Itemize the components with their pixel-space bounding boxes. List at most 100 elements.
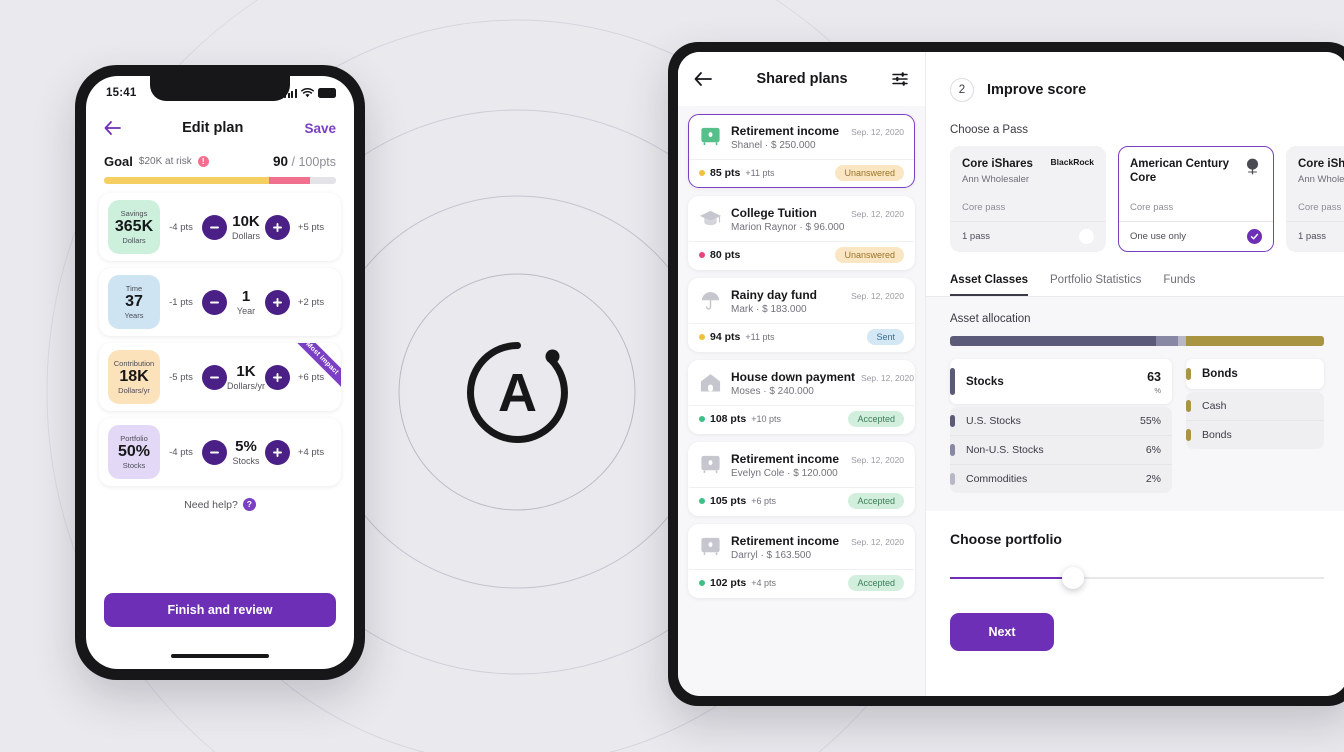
stepper-plus-button[interactable] [265, 289, 290, 315]
pass-count: One use only [1130, 231, 1186, 242]
stepper-badge-value: 37 [125, 292, 143, 310]
help-question-icon[interactable]: ? [242, 498, 256, 511]
pass-radio[interactable] [1079, 229, 1094, 244]
save-button[interactable]: Save [304, 121, 336, 136]
plan-card-bottom: 105 pts +6 pts Accepted [689, 487, 914, 515]
next-button[interactable]: Next [950, 613, 1054, 651]
progress-segment-2 [310, 177, 336, 184]
brand-logo: A [460, 335, 575, 450]
plan-card-body: Retirement income Sep. 12, 2020 Evelyn Col… [731, 452, 904, 479]
phone-device: 15:41 Edit plan Save Goal $20K at risk !… [75, 65, 365, 680]
plan-name: Rainy day fund [731, 288, 818, 302]
status-badge: Unanswered [835, 165, 904, 181]
plan-card[interactable]: College Tuition Sep. 12, 2020 Marion Rayno… [688, 196, 915, 270]
plan-score-dot [699, 334, 705, 340]
tablet-device: Shared plans Retirement income Sep. 12, 2… [668, 42, 1344, 706]
plan-card-body: College Tuition Sep. 12, 2020 Marion Rayno… [731, 206, 904, 233]
plan-points-delta: +10 pts [751, 414, 781, 424]
plus-icon [272, 372, 283, 383]
stepper-plus-button[interactable] [265, 214, 290, 240]
slider-fill [950, 577, 1074, 579]
asset-allocation-section: Asset allocation Stocks 63% U.S. Stocks 55%… [926, 297, 1344, 511]
tab-funds[interactable]: Funds [1163, 274, 1195, 296]
plan-card[interactable]: Retirement income Sep. 12, 2020 Shanel · $… [688, 114, 915, 188]
status-badge: Unanswered [835, 247, 904, 263]
plan-date: Sep. 12, 2020 [861, 373, 914, 383]
plan-owner-amount: Darryl · $ 163.500 [731, 550, 812, 561]
shared-plans-header: Shared plans [678, 52, 925, 106]
stepper-minus-points: -4 pts [169, 221, 193, 233]
plan-card[interactable]: Rainy day fund Sep. 12, 2020 Mark · $ 183.… [688, 278, 915, 352]
improve-score-header: 2 Improve score [926, 52, 1344, 102]
allocation-accent [950, 444, 955, 456]
plan-card[interactable]: Retirement income Sep. 12, 2020 Darryl · $… [688, 524, 915, 598]
stepper-row: Time 37 Years -1 pts 1 Year +2 pts [99, 268, 341, 336]
stepper-plus-points: +2 pts [297, 296, 325, 308]
allocation-group-name: Bonds [1202, 368, 1238, 380]
allocation-row-value: 2% [1145, 473, 1161, 485]
plan-owner-amount: Moses · $ 240.000 [731, 386, 814, 397]
allocation-accent [950, 368, 955, 395]
stepper-badge: Savings 365K Dollars [108, 200, 160, 254]
safe-icon [701, 455, 720, 474]
plus-icon [272, 297, 283, 308]
tab-portfolio-statistics[interactable]: Portfolio Statistics [1050, 274, 1141, 296]
status-badge: Accepted [848, 575, 904, 591]
plan-card[interactable]: House down payment Sep. 12, 2020 Moses · $… [688, 360, 915, 434]
tab-asset-classes[interactable]: Asset Classes [950, 274, 1028, 296]
plan-card-bottom: 94 pts +11 pts Sent [689, 323, 914, 351]
stepper-minus-button[interactable] [202, 214, 227, 240]
portfolio-slider[interactable] [950, 565, 1324, 591]
plan-card-top: Retirement income Sep. 12, 2020 Darryl · $… [689, 525, 914, 569]
pass-radio[interactable] [1247, 229, 1262, 244]
status-badge: Accepted [848, 493, 904, 509]
stepper-badge-unit: Dollars/yr [118, 386, 150, 396]
minus-icon [209, 372, 220, 383]
back-arrow-icon[interactable] [104, 121, 121, 135]
allocation-row-name: Commodities [966, 473, 1028, 485]
warning-icon[interactable]: ! [197, 156, 209, 167]
stepper-badge-label: Contribution [113, 358, 155, 368]
screenshot-stage: A 15:41 Edit plan Save Goal $20K at risk… [0, 0, 1344, 752]
back-arrow-icon[interactable] [694, 72, 712, 86]
plan-score-dot [699, 170, 705, 176]
pass-card[interactable]: Core iShares Ann Wholesaler BlackRock Core … [950, 146, 1106, 252]
filter-sliders-icon[interactable] [892, 71, 909, 87]
signal-bars-icon [284, 88, 297, 98]
umbrella-icon [701, 292, 720, 310]
pass-card[interactable]: American Century Core Core pass One use on… [1118, 146, 1274, 252]
plan-card-body: Retirement income Sep. 12, 2020 Darryl · $… [731, 534, 904, 561]
allocation-accent [950, 415, 955, 427]
plan-points: 80 pts [710, 249, 741, 261]
stepper-value-unit: Year [236, 306, 256, 316]
stepper-minus-button[interactable] [202, 289, 227, 315]
stepper-value-number: 1K [236, 363, 256, 380]
pass-name: American Century Core [1130, 158, 1230, 185]
improve-score-title: Improve score [987, 82, 1087, 98]
home-indicator [171, 654, 269, 658]
tree-icon [1246, 158, 1259, 175]
pass-card-bottom: 1 pass [1287, 221, 1344, 251]
plan-score-dot [699, 580, 705, 586]
pass-owner: Ann Wholesaler [962, 174, 1030, 186]
stepper-plus-button[interactable] [265, 364, 291, 390]
pass-card[interactable]: Core iShares Ann Wholesaler Core pass 1 pas… [1286, 146, 1344, 252]
finish-and-review-button[interactable]: Finish and review [104, 593, 336, 627]
pass-owner: Ann Wholesaler [1298, 174, 1344, 186]
wifi-icon [301, 88, 314, 98]
plan-points: 105 pts [710, 495, 747, 507]
most-impact-ribbon: Most impact [284, 343, 341, 396]
plan-card-body: House down payment Sep. 12, 2020 Moses · $… [731, 370, 914, 397]
plan-date: Sep. 12, 2020 [851, 537, 904, 547]
stepper-badge: Portfolio 50% Stocks [108, 425, 160, 479]
stepper-plus-button[interactable] [265, 439, 290, 465]
plan-card[interactable]: Retirement income Sep. 12, 2020 Evelyn Col… [688, 442, 915, 516]
allocation-rows: U.S. Stocks 55% Non-U.S. Stocks 6% Commoditi… [950, 407, 1172, 493]
allocation-row: U.S. Stocks 55% [950, 407, 1172, 436]
plus-icon [272, 222, 283, 233]
stepper-minus-button[interactable] [202, 364, 227, 390]
allocation-segment-0 [950, 336, 1156, 346]
stepper-minus-button[interactable] [202, 439, 227, 465]
plan-owner-amount: Shanel · $ 250.000 [731, 140, 816, 151]
slider-thumb[interactable] [1062, 567, 1085, 589]
